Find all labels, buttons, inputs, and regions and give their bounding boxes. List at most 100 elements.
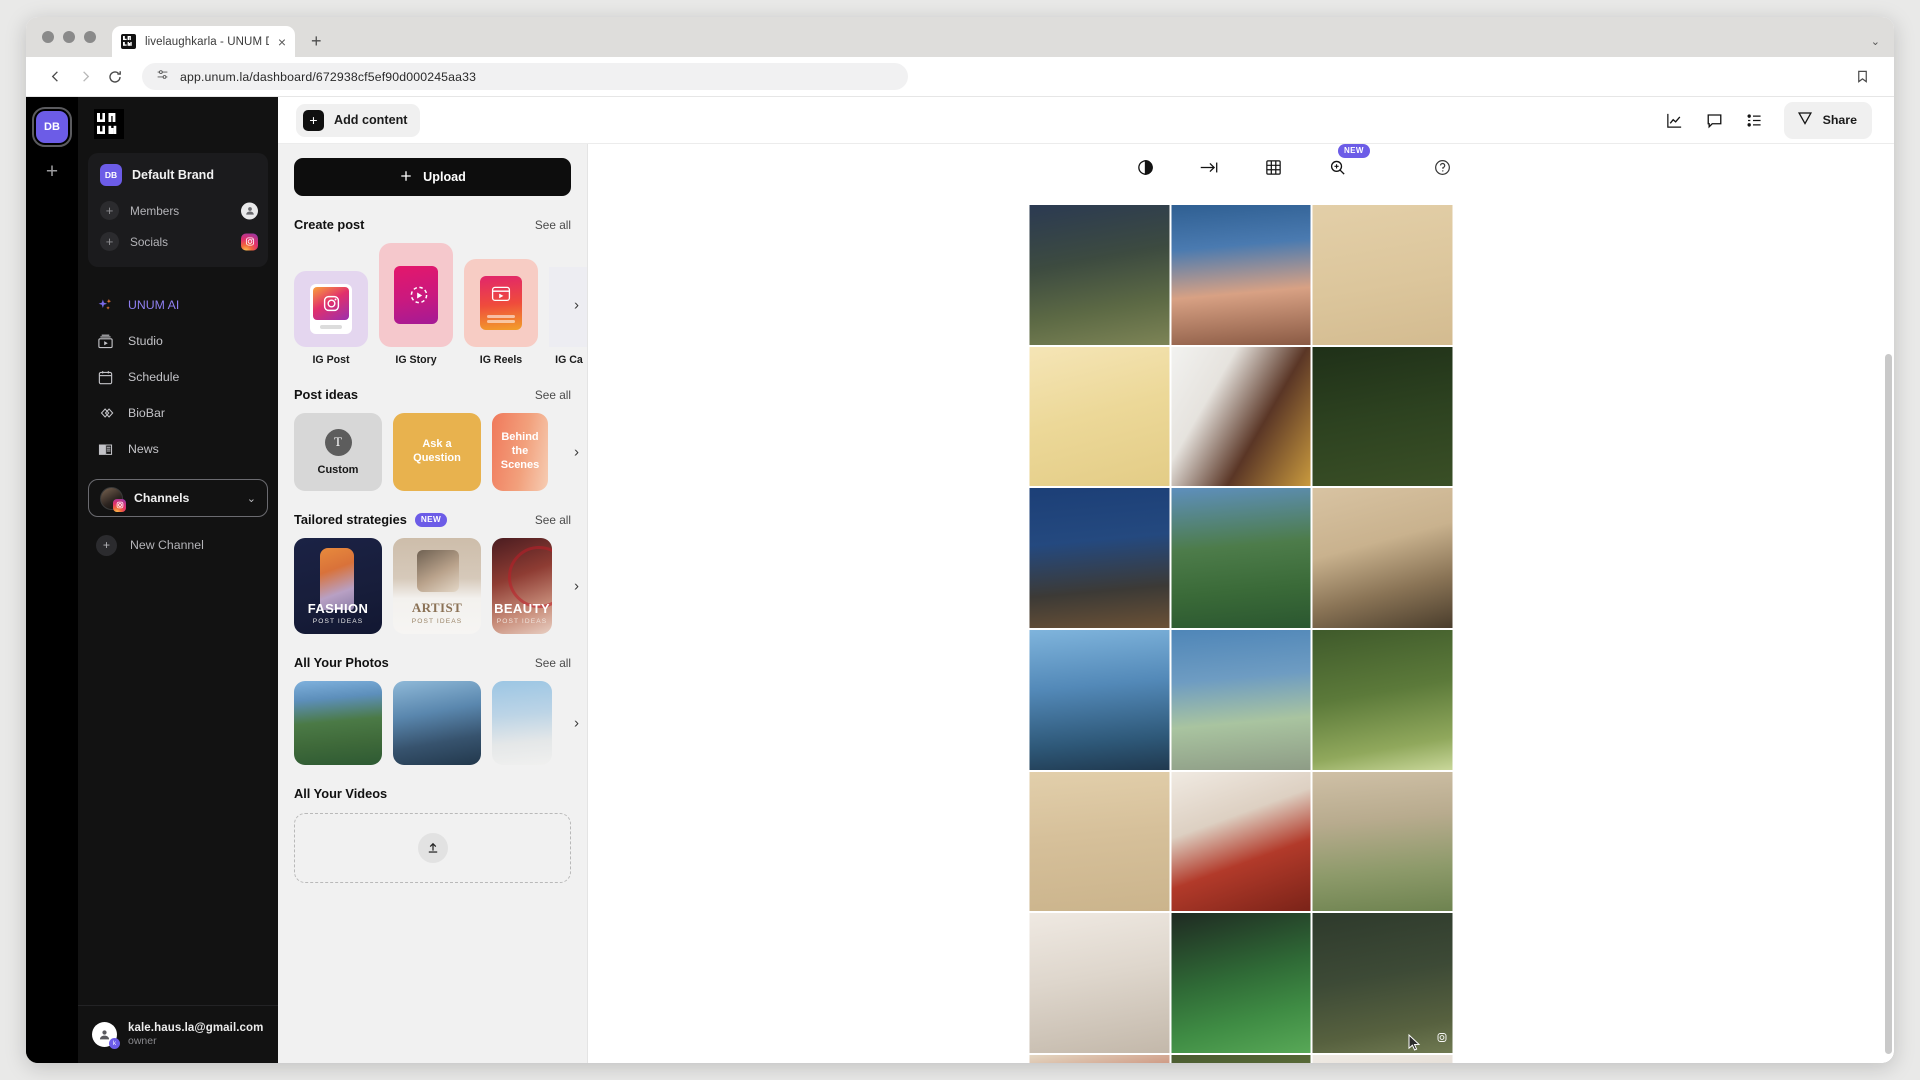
carousel-next-create-post[interactable]: › (574, 296, 579, 313)
upload-button[interactable]: Upload (294, 158, 571, 196)
add-workspace-button[interactable]: + (46, 161, 58, 182)
media-grid-cell[interactable] (1029, 630, 1170, 770)
comment-icon[interactable] (1704, 109, 1726, 131)
media-grid-cell[interactable] (1029, 346, 1170, 487)
user-account-bar[interactable]: k kale.haus.la@gmail.com owner (78, 1005, 278, 1063)
channels-section: Channels ⌄ (88, 479, 268, 517)
media-grid-cell[interactable] (1312, 630, 1453, 770)
list-checklist-icon[interactable] (1744, 109, 1766, 131)
media-grid-cell[interactable] (1312, 346, 1453, 487)
plus-square-icon: + (303, 109, 324, 131)
section-title: All Your Photos (294, 655, 389, 670)
members-label: Members (130, 203, 180, 218)
carousel-next-post-ideas[interactable]: › (574, 444, 579, 461)
sidebar-item-members[interactable]: + Members (96, 195, 260, 226)
sidebar-item-news[interactable]: News (78, 431, 278, 467)
new-tab-button[interactable]: + (311, 31, 322, 52)
strategy-card-fashion[interactable]: FASHION POST IDEAS (294, 538, 382, 634)
grid-icon[interactable] (1261, 156, 1285, 180)
reload-icon[interactable] (100, 62, 130, 92)
see-all-create-post[interactable]: See all (535, 218, 571, 232)
media-grid-cell[interactable] (1312, 771, 1453, 912)
create-post-ig-carousel[interactable]: IG Ca (549, 267, 587, 366)
strategy-card-beauty[interactable]: BEAUTY POST IDEAS (492, 538, 552, 634)
media-grid-cell[interactable] (1171, 346, 1311, 487)
zoom-in-icon[interactable]: NEW (1325, 144, 1370, 180)
share-label: Share (1822, 113, 1857, 127)
upload-label: Upload (423, 170, 466, 184)
media-grid-cell[interactable] (1029, 488, 1170, 628)
brand-card[interactable]: DB Default Brand + Members + Socials (88, 153, 268, 267)
close-window-dot[interactable] (42, 31, 54, 43)
media-grid-cell[interactable] (1312, 1055, 1453, 1063)
bookmark-icon[interactable] (1855, 69, 1880, 84)
media-grid-cell[interactable] (1312, 488, 1453, 629)
strategy-subtitle: POST IDEAS (496, 618, 548, 625)
browser-tab[interactable]: livelaughkarla - UNUM DESIG × (112, 26, 295, 57)
create-post-ig-story[interactable]: IG Story (379, 243, 453, 366)
media-grid-cell[interactable] (1312, 205, 1453, 345)
add-content-button[interactable]: + Add content (296, 103, 421, 137)
tab-list-chevron-icon[interactable]: ⌄ (1871, 35, 1880, 48)
post-idea-label: Custom (317, 463, 359, 476)
status-badge: NEW (414, 512, 448, 527)
see-all-photos[interactable]: See all (535, 656, 571, 670)
url-bar[interactable]: app.unum.la/dashboard/672938cf5ef90d0002… (142, 63, 908, 90)
site-settings-icon[interactable] (156, 68, 169, 86)
sidebar-item-socials[interactable]: + Socials (96, 226, 260, 257)
media-grid-cell[interactable] (1171, 488, 1311, 629)
media-grid-cell[interactable] (1171, 771, 1311, 912)
create-post-label: IG Post (312, 354, 350, 366)
strategy-card-artist[interactable]: ARTIST POST IDEAS (393, 538, 481, 634)
new-channel-button[interactable]: + New Channel (78, 525, 278, 565)
media-grid-cell[interactable] (1312, 913, 1453, 1054)
see-all-post-ideas[interactable]: See all (535, 388, 571, 402)
ig-story-thumb (379, 243, 453, 347)
photo-thumbnail[interactable] (393, 681, 481, 765)
brand-row[interactable]: DB Default Brand (96, 161, 260, 195)
window-traffic-lights[interactable] (38, 17, 104, 57)
media-grid-cell[interactable] (1171, 205, 1311, 345)
media-grid-cell[interactable] (1029, 205, 1170, 345)
photo-thumbnail[interactable] (492, 681, 552, 765)
sidebar-item-biobar[interactable]: BioBar (78, 395, 278, 431)
post-idea-behind-the-scenes[interactable]: Behind the Scenes (492, 413, 548, 491)
carousel-next-photos[interactable]: › (574, 715, 579, 732)
media-grid-cell[interactable] (1029, 771, 1170, 912)
sidebar-item-schedule[interactable]: Schedule (78, 359, 278, 395)
media-grid-cell[interactable] (1171, 913, 1311, 1054)
sidebar-item-channels[interactable]: Channels ⌄ (88, 479, 268, 517)
media-grid-cell[interactable] (1171, 630, 1311, 770)
media-grid-cell[interactable] (1029, 913, 1170, 1054)
workspace-rail: DB + (26, 97, 78, 1063)
create-post-ig-reels[interactable]: IG Reels (464, 259, 538, 366)
minimize-window-dot[interactable] (63, 31, 75, 43)
analytics-icon[interactable] (1664, 109, 1686, 131)
ig-carousel-thumb (549, 267, 587, 347)
arrow-to-line-icon[interactable] (1197, 156, 1221, 180)
help-circle-icon[interactable] (1430, 156, 1454, 180)
close-tab-icon[interactable]: × (278, 35, 286, 49)
contrast-icon[interactable] (1133, 156, 1157, 180)
scrollbar-thumb[interactable] (1885, 354, 1892, 1054)
photo-thumbnail[interactable] (294, 681, 382, 765)
post-idea-custom[interactable]: T Custom (294, 413, 382, 491)
sidebar-item-unum-ai[interactable]: UNUM AI (78, 287, 278, 323)
forward-button[interactable] (70, 62, 100, 92)
chevron-down-icon[interactable]: ⌄ (247, 492, 256, 505)
canvas-scrollbar[interactable] (1885, 202, 1892, 1061)
see-all-tailored[interactable]: See all (535, 513, 571, 527)
brand-name: Default Brand (132, 168, 214, 182)
main-area: + Add content Share Upload Create post S… (278, 97, 1894, 1063)
rail-brand-avatar[interactable]: DB (32, 107, 72, 147)
back-button[interactable] (40, 62, 70, 92)
media-grid-cell[interactable] (1029, 1055, 1170, 1063)
carousel-next-tailored[interactable]: › (574, 578, 579, 595)
create-post-ig-post[interactable]: IG Post (294, 271, 368, 366)
sidebar-item-studio[interactable]: Studio (78, 323, 278, 359)
post-idea-ask-a-question[interactable]: Ask a Question (393, 413, 481, 491)
share-button[interactable]: Share (1783, 101, 1872, 139)
maximize-window-dot[interactable] (84, 31, 96, 43)
video-upload-dropzone[interactable] (294, 813, 571, 883)
media-grid-cell[interactable] (1171, 1055, 1311, 1063)
